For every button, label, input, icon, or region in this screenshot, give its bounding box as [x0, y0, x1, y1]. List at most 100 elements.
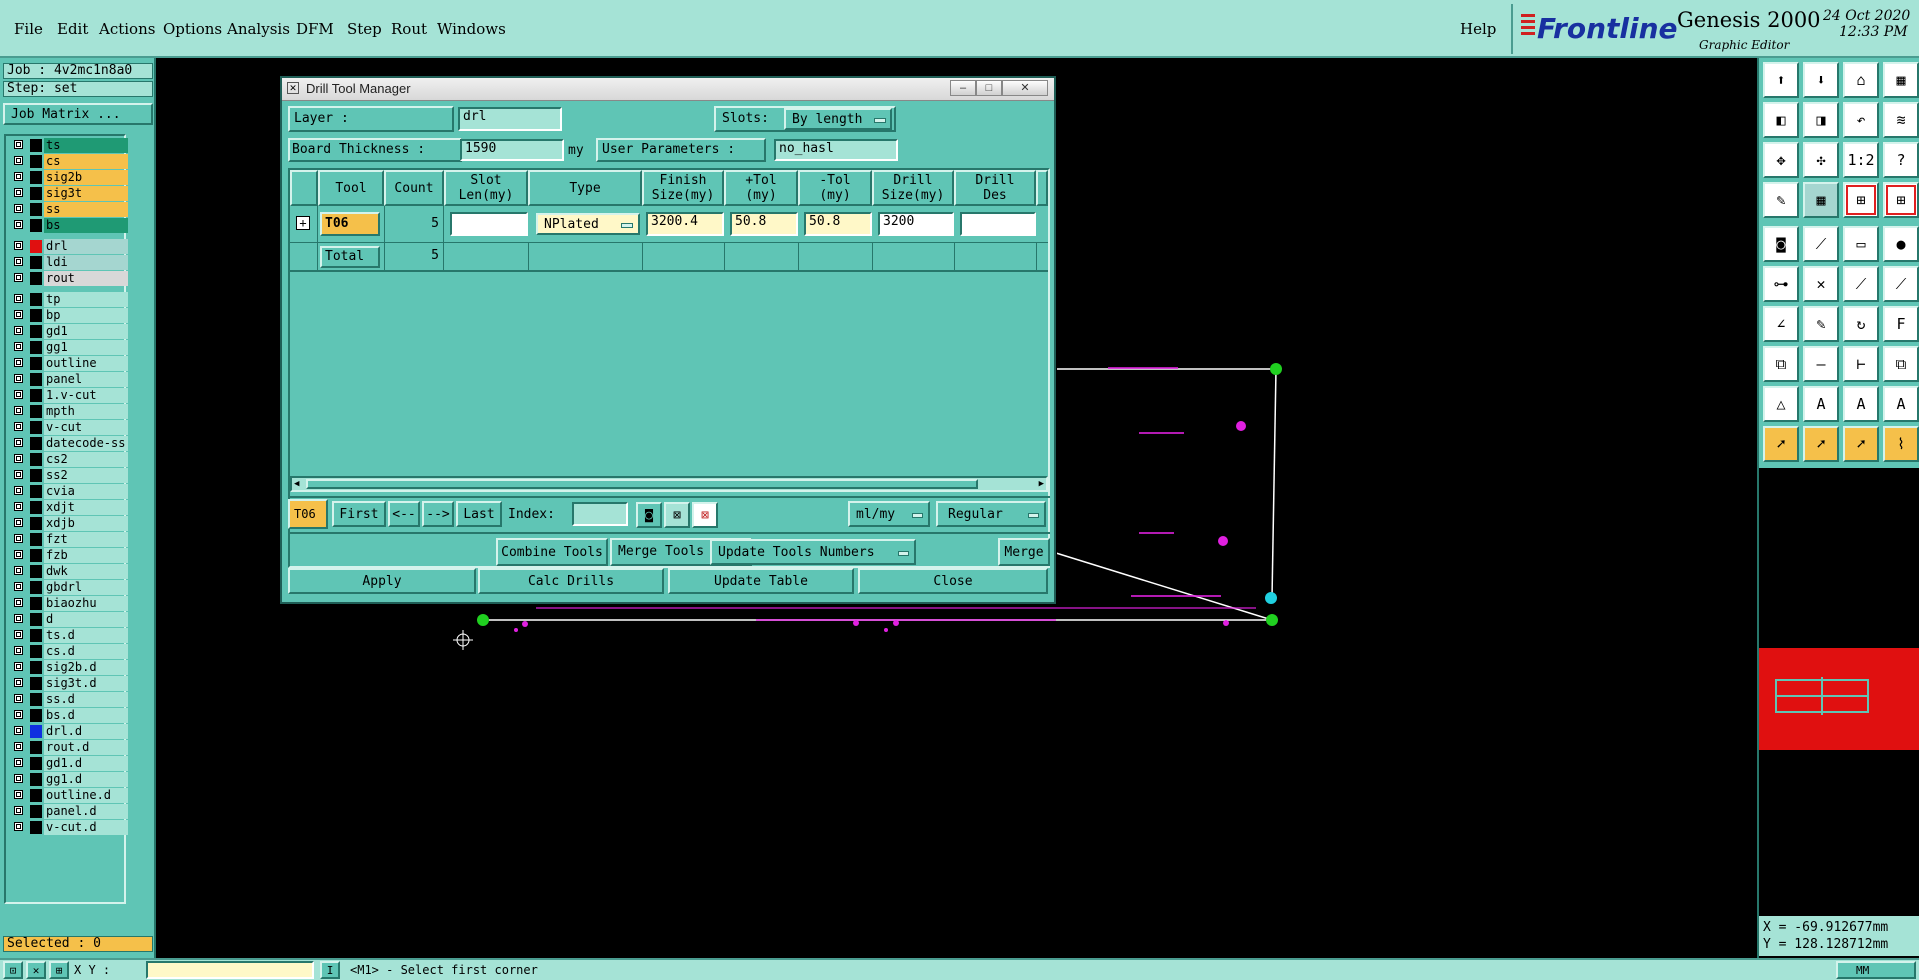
layer-row[interactable]: panel.d — [8, 804, 128, 819]
layer-row[interactable]: mpth — [8, 404, 128, 419]
layer-row[interactable]: cs.d — [8, 644, 128, 659]
layer-color-swatch[interactable] — [30, 171, 42, 184]
home-icon[interactable]: ⌂ — [1843, 62, 1879, 98]
layer-row[interactable]: gd1 — [8, 324, 128, 339]
layer-row[interactable]: rout — [8, 271, 128, 286]
update-table-button[interactable]: Update Table — [668, 568, 854, 594]
header-plus-tol[interactable]: +Tol (my) — [724, 170, 798, 206]
layer-checkbox[interactable] — [14, 774, 23, 783]
layer-checkbox[interactable] — [14, 241, 23, 250]
help-icon[interactable]: ? — [1883, 142, 1919, 178]
layer-row[interactable]: bp — [8, 308, 128, 323]
layer-checkbox[interactable] — [14, 806, 23, 815]
layer-checkbox[interactable] — [14, 454, 23, 463]
layer-color-swatch[interactable] — [30, 693, 42, 706]
triangle-icon[interactable]: △ — [1763, 386, 1799, 422]
layer-checkbox[interactable] — [14, 310, 23, 319]
layer-checkbox[interactable] — [14, 204, 23, 213]
layer-checkbox[interactable] — [14, 140, 23, 149]
layer-color-swatch[interactable] — [30, 421, 42, 434]
layer-checkbox[interactable] — [14, 422, 23, 431]
layer-color-swatch[interactable] — [30, 677, 42, 690]
layer-row[interactable]: gg1.d — [8, 772, 128, 787]
layer-row[interactable]: ss2 — [8, 468, 128, 483]
menu-help[interactable]: Help — [1460, 20, 1496, 38]
header-tool[interactable]: Tool — [318, 170, 384, 206]
tool-cell[interactable]: T06 — [320, 212, 380, 236]
layer-row[interactable]: datecode-ss — [8, 436, 128, 451]
feature-line-icon[interactable]: ⟋ — [1803, 226, 1839, 262]
connect-icon[interactable]: ⊶ — [1763, 266, 1799, 302]
triangle-a-icon[interactable]: A — [1803, 386, 1839, 422]
layer-checkbox[interactable] — [14, 273, 23, 282]
text-icon[interactable]: F — [1883, 306, 1919, 342]
select-net-icon[interactable]: ⌇ — [1883, 426, 1919, 462]
layer-row[interactable]: v-cut.d — [8, 820, 128, 835]
menu-analysis[interactable]: Analysis — [227, 20, 290, 38]
layer-checkbox[interactable] — [14, 614, 23, 623]
undo-view-icon[interactable]: ↶ — [1843, 102, 1879, 138]
prev-button[interactable]: <-- — [388, 501, 420, 527]
menu-edit[interactable]: Edit — [57, 20, 88, 38]
layer-checkbox[interactable] — [14, 598, 23, 607]
layer-checkbox[interactable] — [14, 342, 23, 351]
layer-checkbox[interactable] — [14, 326, 23, 335]
layer-color-swatch[interactable] — [30, 645, 42, 658]
layer-row[interactable]: d — [8, 612, 128, 627]
user-params-field[interactable]: no_hasl — [774, 139, 898, 161]
layer-row[interactable]: biaozhu — [8, 596, 128, 611]
table-scrollbar[interactable]: ◀ ▶ — [290, 476, 1048, 492]
layer-row[interactable]: fzb — [8, 548, 128, 563]
layer-color-swatch[interactable] — [30, 341, 42, 354]
menu-dfm[interactable]: DFM — [296, 20, 334, 38]
select-drills-icon[interactable]: ⊠ — [664, 502, 690, 528]
triangle-b-icon[interactable]: A — [1843, 386, 1879, 422]
save-icon[interactable]: ⬇ — [1803, 62, 1839, 98]
combine-tools-button[interactable]: Combine Tools — [496, 538, 608, 566]
layer-color-swatch[interactable] — [30, 155, 42, 168]
select-arrow-icon[interactable]: ➚ — [1763, 426, 1799, 462]
dimension-icon[interactable]: ⊢ — [1843, 346, 1879, 382]
units-dropdown[interactable]: ml/my — [848, 501, 930, 527]
layer-row[interactable]: cs2 — [8, 452, 128, 467]
layer-checkbox[interactable] — [14, 438, 23, 447]
layer-color-swatch[interactable] — [30, 203, 42, 216]
layer-color-swatch[interactable] — [30, 405, 42, 418]
layer-checkbox[interactable] — [14, 220, 23, 229]
layer-row[interactable]: v-cut — [8, 420, 128, 435]
layer-row[interactable]: xdjt — [8, 500, 128, 515]
layer-checkbox[interactable] — [14, 822, 23, 831]
layer-checkbox[interactable] — [14, 790, 23, 799]
last-button[interactable]: Last — [456, 501, 502, 527]
next-button[interactable]: --> — [422, 501, 454, 527]
layer-checkbox[interactable] — [14, 694, 23, 703]
layer-row[interactable]: fzt — [8, 532, 128, 547]
header-drill-size[interactable]: Drill Size(my) — [872, 170, 954, 206]
layer-row[interactable]: sig3t.d — [8, 676, 128, 691]
layer-color-swatch[interactable] — [30, 437, 42, 450]
layer-row[interactable]: bs.d — [8, 708, 128, 723]
layer-color-swatch[interactable] — [30, 773, 42, 786]
layer-row[interactable]: cvia — [8, 484, 128, 499]
layer-color-swatch[interactable] — [30, 613, 42, 626]
xy-input[interactable] — [146, 961, 314, 979]
layer-color-swatch[interactable] — [30, 272, 42, 285]
header-finish-size[interactable]: Finish Size(my) — [642, 170, 724, 206]
redraw-icon[interactable]: ≋ — [1883, 102, 1919, 138]
layer-row[interactable]: drl — [8, 239, 128, 254]
layer-checkbox[interactable] — [14, 156, 23, 165]
units-selector[interactable]: MM — [1836, 961, 1916, 979]
calc-drills-button[interactable]: Calc Drills — [478, 568, 664, 594]
layer-color-swatch[interactable] — [30, 533, 42, 546]
open-icon[interactable]: ⬆ — [1763, 62, 1799, 98]
layer-row[interactable]: xdjb — [8, 516, 128, 531]
grid-icon[interactable]: ▦ — [1803, 182, 1839, 218]
layer-checkbox[interactable] — [14, 662, 23, 671]
menu-actions[interactable]: Actions — [99, 20, 155, 38]
layer-color-swatch[interactable] — [30, 293, 42, 306]
menu-rout[interactable]: Rout — [391, 20, 427, 38]
arc-icon[interactable]: ↻ — [1843, 306, 1879, 342]
layer-color-swatch[interactable] — [30, 821, 42, 834]
scale-one-to-two-icon[interactable]: 1:2 — [1843, 142, 1879, 178]
transform-icon[interactable]: ⧉ — [1763, 346, 1799, 382]
